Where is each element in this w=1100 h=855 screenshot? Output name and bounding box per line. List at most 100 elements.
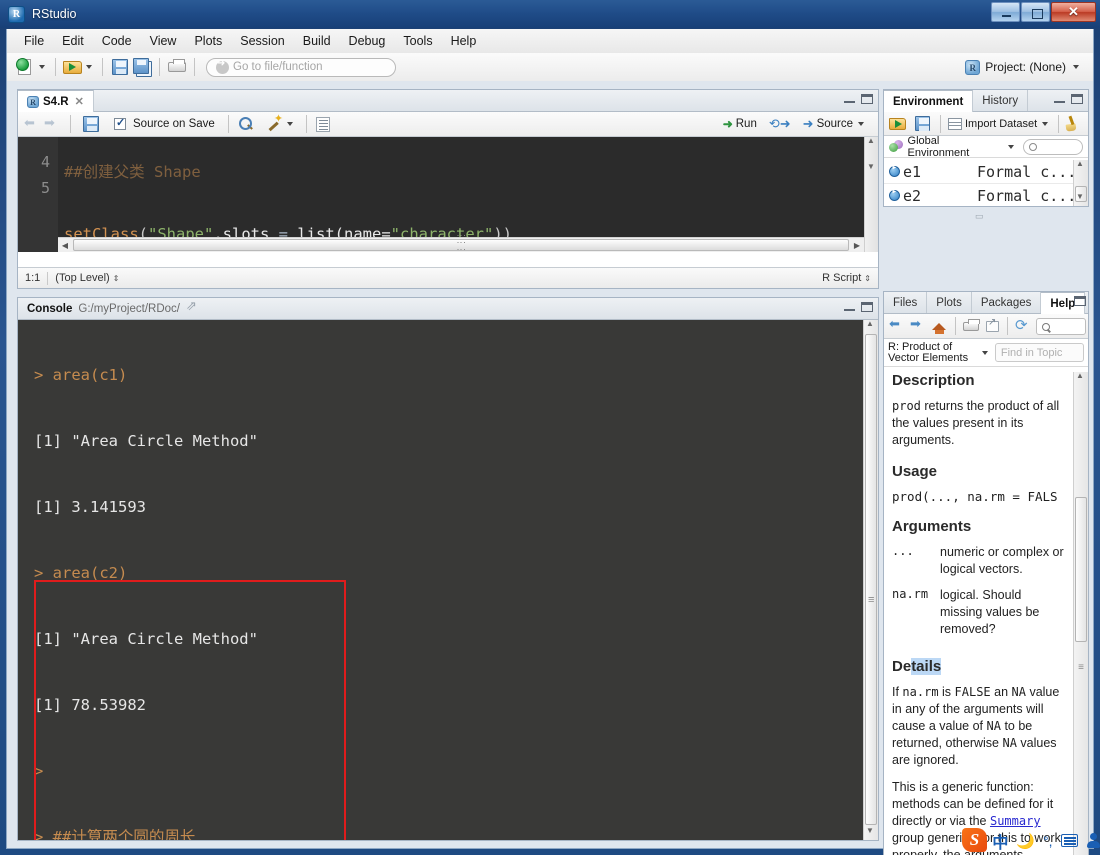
user-icon[interactable] xyxy=(1086,832,1100,849)
scroll-up-icon[interactable] xyxy=(865,137,878,150)
menu-edit[interactable]: Edit xyxy=(53,31,93,51)
rerun-button[interactable]: ⟲➜ xyxy=(765,114,795,134)
scrollbar-thumb[interactable] xyxy=(1075,497,1087,642)
source-editor-body[interactable]: 4 5 ##创建父类 Shape setClass("Shape",slots … xyxy=(18,137,878,252)
source-on-save-checkbox[interactable] xyxy=(114,116,126,130)
source-save-icon[interactable] xyxy=(80,113,102,135)
environment-scope-label[interactable]: Global Environment xyxy=(908,135,1001,159)
keyboard-icon[interactable] xyxy=(1060,834,1078,847)
chinese-mode-icon[interactable]: 中 xyxy=(992,829,1008,853)
run-button[interactable]: ➜ Run xyxy=(719,115,761,133)
open-in-explorer-icon[interactable] xyxy=(186,298,200,315)
project-dropdown-icon[interactable] xyxy=(1073,65,1079,69)
help-search-input[interactable] xyxy=(1036,317,1086,335)
maximize-button[interactable] xyxy=(1021,2,1050,22)
sogou-logo-icon[interactable] xyxy=(962,827,988,852)
back-arrow-icon[interactable] xyxy=(889,316,906,334)
new-file-icon[interactable] xyxy=(15,56,37,78)
scroll-up-icon[interactable] xyxy=(864,320,878,333)
menu-file[interactable]: File xyxy=(15,31,53,51)
print-icon[interactable] xyxy=(963,317,981,335)
file-type-stepper-icon[interactable]: ⇕ xyxy=(864,274,871,283)
load-workspace-icon[interactable] xyxy=(889,114,909,134)
console-vertical-scrollbar[interactable] xyxy=(863,320,878,840)
scope-stepper-icon[interactable]: ⇕ xyxy=(113,274,120,283)
code-tools-icon[interactable] xyxy=(266,112,283,132)
scroll-down-icon[interactable] xyxy=(865,162,878,176)
scroll-right-icon[interactable]: ▶ xyxy=(850,241,864,250)
import-dataset-button[interactable]: Import Dataset xyxy=(948,117,1052,130)
minimize-button[interactable] xyxy=(991,2,1020,22)
tab-environment[interactable]: Environment xyxy=(884,90,974,112)
expand-object-icon[interactable] xyxy=(889,164,900,177)
menu-tools[interactable]: Tools xyxy=(394,31,441,51)
open-folder-icon[interactable] xyxy=(62,56,84,78)
forward-arrow-icon[interactable] xyxy=(910,316,927,334)
help-vertical-scrollbar[interactable]: ≡ xyxy=(1073,371,1088,855)
scope-label[interactable]: (Top Level) xyxy=(55,272,109,284)
new-file-dropdown-icon[interactable] xyxy=(39,65,45,69)
menu-plots[interactable]: Plots xyxy=(185,31,231,51)
env-row-e1[interactable]: e1 Formal c... xyxy=(884,160,1088,184)
minimize-pane-icon[interactable] xyxy=(844,94,855,103)
source-button[interactable]: ➜ Source xyxy=(799,114,872,134)
scroll-down-icon[interactable] xyxy=(864,826,878,840)
menu-help[interactable]: Help xyxy=(442,31,486,51)
tab-plots[interactable]: Plots xyxy=(927,292,972,313)
console-body[interactable]: > area(c1) [1] "Area Circle Method" [1] … xyxy=(18,320,878,840)
find-replace-icon[interactable] xyxy=(238,116,254,132)
moon-icon[interactable]: 🌙 xyxy=(1016,832,1035,850)
clear-workspace-icon[interactable] xyxy=(1065,116,1079,132)
menu-build[interactable]: Build xyxy=(294,31,340,51)
save-icon[interactable] xyxy=(109,56,131,78)
environment-vertical-scrollbar[interactable] xyxy=(1073,160,1088,206)
import-dropdown-icon[interactable] xyxy=(1042,121,1049,126)
goto-file-input[interactable]: Go to file/function xyxy=(206,57,396,77)
minimize-pane-icon[interactable] xyxy=(1054,94,1065,103)
minimize-pane-icon[interactable] xyxy=(844,302,855,311)
compile-report-icon[interactable] xyxy=(315,116,330,132)
environment-object-list[interactable]: e1 Formal c... e2 Formal c... xyxy=(884,160,1088,206)
env-row-e2[interactable]: e2 Formal c... xyxy=(884,184,1088,206)
code-tools-dropdown-icon[interactable] xyxy=(286,122,293,126)
back-arrow-icon[interactable] xyxy=(24,115,41,132)
maximize-pane-icon[interactable] xyxy=(861,94,873,104)
help-topic-dropdown-icon[interactable] xyxy=(981,350,988,355)
scroll-left-icon[interactable]: ◀ xyxy=(58,241,72,250)
menu-session[interactable]: Session xyxy=(231,31,293,51)
close-tab-icon[interactable]: ✕ xyxy=(75,95,84,108)
editor-vertical-scrollbar[interactable] xyxy=(864,137,878,252)
editor-horizontal-scrollbar[interactable]: ◀ ▶ xyxy=(58,237,864,252)
menu-code[interactable]: Code xyxy=(93,31,141,51)
scroll-up-icon[interactable] xyxy=(1074,371,1088,385)
close-button[interactable] xyxy=(1051,2,1096,22)
environment-search-input[interactable] xyxy=(1022,138,1084,155)
punctuation-icon[interactable]: °, xyxy=(1043,833,1053,849)
tab-history[interactable]: History xyxy=(973,90,1029,111)
scrollbar-thumb[interactable] xyxy=(865,334,877,825)
file-type-label[interactable]: R Script xyxy=(822,272,861,284)
print-icon[interactable] xyxy=(166,56,188,78)
maximize-pane-icon[interactable] xyxy=(861,302,873,312)
tab-packages[interactable]: Packages xyxy=(972,292,1042,313)
forward-arrow-icon[interactable] xyxy=(44,115,61,132)
scroll-up-icon[interactable] xyxy=(1074,160,1088,173)
scrollbar-thumb[interactable] xyxy=(73,239,849,251)
project-selector[interactable]: R Project: (None) xyxy=(965,59,1083,75)
menu-debug[interactable]: Debug xyxy=(340,31,395,51)
expand-object-icon[interactable] xyxy=(889,188,900,201)
environment-scope-dropdown-icon[interactable] xyxy=(1007,144,1014,149)
maximize-pane-icon[interactable] xyxy=(1071,94,1083,104)
save-workspace-icon[interactable] xyxy=(913,114,933,134)
refresh-icon[interactable] xyxy=(1015,316,1030,334)
scroll-down-icon[interactable] xyxy=(1074,192,1088,206)
home-icon[interactable] xyxy=(931,319,948,334)
source-dropdown-icon[interactable] xyxy=(858,122,864,126)
open-file-dropdown-icon[interactable] xyxy=(86,65,92,69)
source-tab-s4r[interactable]: R S4.R ✕ xyxy=(18,90,94,112)
save-all-icon[interactable] xyxy=(131,56,153,78)
find-in-topic-input[interactable]: Find in Topic xyxy=(994,343,1084,362)
maximize-pane-icon[interactable] xyxy=(1074,296,1086,306)
tab-files[interactable]: Files xyxy=(884,292,928,313)
pane-splitter-grip[interactable]: ▭ xyxy=(975,211,983,222)
